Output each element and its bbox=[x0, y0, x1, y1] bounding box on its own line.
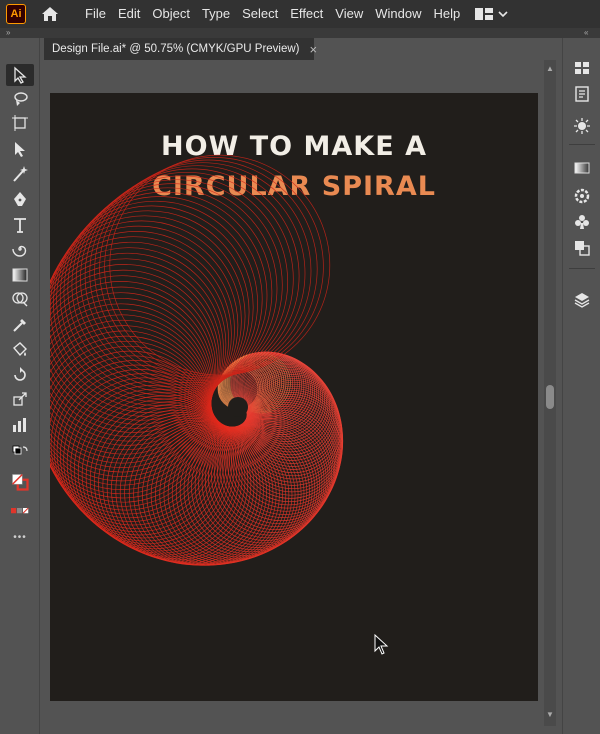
rotate-tool[interactable] bbox=[6, 364, 34, 386]
default-colors-swap[interactable] bbox=[6, 442, 34, 464]
type-t-icon bbox=[14, 218, 26, 233]
eyedropper-icon bbox=[13, 319, 26, 332]
lasso-icon bbox=[14, 92, 28, 106]
menu-select[interactable]: Select bbox=[236, 0, 284, 28]
type-tool[interactable] bbox=[6, 214, 34, 236]
fill-stroke-icon bbox=[11, 473, 29, 491]
eyedropper-tool[interactable] bbox=[6, 314, 34, 336]
direct-selection-tool[interactable] bbox=[6, 138, 34, 160]
swap-colors-icon bbox=[12, 445, 28, 455]
graph-tool[interactable] bbox=[6, 414, 34, 436]
document-tab-label: Design File.ai* @ 50.75% (CMYK/GPU Previ… bbox=[52, 43, 300, 55]
layers-icon bbox=[574, 293, 590, 308]
layers-panel-button[interactable] bbox=[572, 290, 592, 310]
expand-arrows-icon[interactable]: » bbox=[6, 28, 10, 38]
libraries-icon bbox=[575, 86, 589, 102]
lasso-select-tool[interactable] bbox=[6, 88, 34, 110]
menu-bar: Ai File Edit Object Type Select Effect V… bbox=[0, 0, 600, 28]
color-guide-panel-button[interactable] bbox=[572, 186, 592, 206]
menu-help[interactable]: Help bbox=[427, 0, 466, 28]
close-tab-icon[interactable]: × bbox=[310, 42, 318, 57]
menu-object[interactable]: Object bbox=[146, 0, 196, 28]
color-mode-buttons[interactable] bbox=[6, 500, 34, 522]
document-tab[interactable]: Design File.ai* @ 50.75% (CMYK/GPU Previ… bbox=[44, 38, 317, 60]
shape-builder-tool[interactable] bbox=[6, 288, 34, 310]
tools-panel: ••• bbox=[0, 38, 40, 734]
artboard[interactable]: HOW TO MAKE A CIRCULAR SPIRAL bbox=[50, 93, 538, 701]
sun-burst-icon bbox=[574, 118, 590, 134]
club-symbol-icon bbox=[575, 215, 589, 229]
menu-type[interactable]: Type bbox=[196, 0, 236, 28]
color-none-gradient-icon bbox=[11, 507, 29, 514]
workspace-grid-icon bbox=[475, 8, 494, 20]
menu-edit[interactable]: Edit bbox=[112, 0, 146, 28]
properties-icon bbox=[575, 62, 589, 74]
libraries-panel-button[interactable] bbox=[572, 84, 592, 104]
symbols-panel-button[interactable] bbox=[572, 212, 592, 232]
fill-stroke-swatches[interactable] bbox=[6, 468, 34, 496]
spiral-ring bbox=[179, 425, 310, 556]
menu-effect[interactable]: Effect bbox=[284, 0, 329, 28]
live-paint-bucket-tool[interactable] bbox=[6, 338, 34, 360]
properties-panel-button[interactable] bbox=[572, 58, 592, 78]
panel-dock bbox=[562, 38, 600, 734]
selection-arrow-icon bbox=[14, 66, 27, 84]
rotate-icon bbox=[14, 367, 26, 381]
artboard-icon bbox=[12, 115, 28, 131]
menu-window[interactable]: Window bbox=[369, 0, 427, 28]
magic-wand-icon bbox=[13, 166, 28, 182]
workspace-switcher-button[interactable] bbox=[474, 6, 508, 22]
paint-bucket-icon bbox=[13, 342, 27, 357]
scale-tool[interactable] bbox=[6, 388, 34, 410]
scale-icon bbox=[13, 392, 27, 406]
chevron-down-icon bbox=[498, 11, 508, 18]
spiral-icon bbox=[12, 245, 27, 257]
artboard-tool[interactable] bbox=[6, 112, 34, 134]
panel-divider bbox=[569, 144, 595, 145]
pen-nib-icon bbox=[14, 192, 26, 206]
spiral-ring bbox=[50, 225, 239, 425]
panel-divider bbox=[569, 268, 595, 269]
pathfinder-icon bbox=[575, 241, 590, 256]
home-icon[interactable] bbox=[40, 4, 60, 24]
more-tools-button[interactable]: ••• bbox=[6, 526, 34, 548]
circular-spiral-artwork[interactable] bbox=[50, 93, 538, 701]
appearance-panel-button[interactable] bbox=[572, 116, 592, 136]
vertical-scrollbar[interactable]: ▲ ▼ bbox=[544, 60, 556, 726]
color-wheel-icon bbox=[574, 188, 590, 204]
collapse-arrows-icon[interactable]: « bbox=[584, 28, 588, 38]
bar-graph-icon bbox=[13, 418, 26, 432]
menu-file[interactable]: File bbox=[79, 0, 112, 28]
gradient-panel-icon bbox=[574, 162, 590, 174]
gradient-panel-button[interactable] bbox=[572, 158, 592, 178]
scroll-down-icon[interactable]: ▼ bbox=[546, 710, 554, 719]
spiral-tool[interactable] bbox=[6, 238, 34, 260]
selection-tool[interactable] bbox=[6, 64, 34, 86]
direct-selection-icon bbox=[15, 142, 25, 157]
mouse-cursor-icon bbox=[374, 634, 389, 655]
pathfinder-panel-button[interactable] bbox=[572, 238, 592, 258]
gradient-icon bbox=[12, 268, 28, 282]
spiral-ring bbox=[104, 157, 324, 377]
shape-builder-icon bbox=[12, 292, 28, 307]
scrollbar-thumb[interactable] bbox=[546, 385, 554, 409]
gradient-tool[interactable] bbox=[6, 264, 34, 286]
spiral-ring bbox=[94, 162, 312, 380]
pen-tool[interactable] bbox=[6, 188, 34, 210]
spiral-ring bbox=[99, 159, 318, 378]
magic-wand-tool[interactable] bbox=[6, 163, 34, 185]
spiral-center-hole bbox=[228, 397, 248, 417]
scroll-up-icon[interactable]: ▲ bbox=[546, 64, 554, 73]
panel-collapse-strip: » « bbox=[0, 28, 600, 38]
spiral-ring bbox=[50, 340, 215, 515]
app-logo: Ai bbox=[6, 4, 26, 24]
menu-view[interactable]: View bbox=[329, 0, 369, 28]
